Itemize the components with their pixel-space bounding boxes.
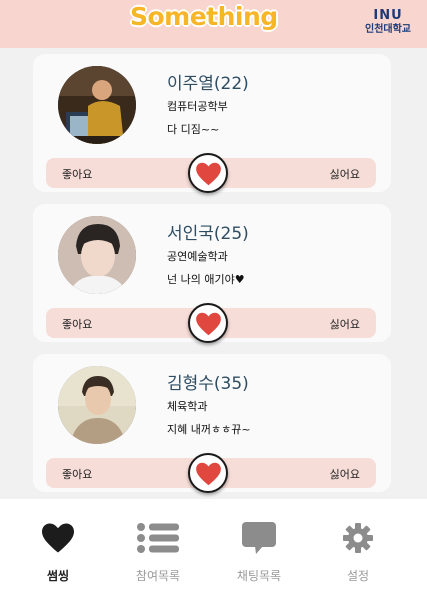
chat-bubble-icon: [242, 522, 276, 554]
profile-photo-image: [58, 216, 136, 294]
tab-someting[interactable]: 썸씽: [18, 517, 98, 584]
like-button[interactable]: 좋아요: [62, 316, 92, 332]
profile-department: 컴퓨터공학부: [167, 100, 228, 113]
dislike-button[interactable]: 싫어요: [330, 316, 360, 332]
rating-bar: 좋아요 싫어요: [46, 453, 376, 493]
profile-department: 공연예술학과: [167, 250, 228, 263]
gear-icon: [343, 523, 373, 553]
heart-icon: [196, 462, 221, 486]
dislike-button[interactable]: 싫어요: [330, 466, 360, 482]
tab-label: 채팅목록: [236, 569, 282, 583]
profile-photo-image: [58, 366, 136, 444]
heart-icon: [196, 162, 221, 186]
heart-button[interactable]: [188, 153, 228, 193]
tab-label: 참여목록: [135, 569, 181, 583]
tab-chat-list[interactable]: 채팅목록: [219, 517, 299, 584]
heart-icon: [196, 312, 221, 336]
profile-name: 서인국(25): [167, 224, 249, 244]
list-icon: [137, 523, 179, 553]
profile-status: 다 디짐~~: [167, 123, 220, 136]
tab-settings[interactable]: 설정: [318, 517, 398, 584]
profile-card[interactable]: 이주열(22) 컴퓨터공학부 다 디짐~~ 좋아요 싫어요: [33, 54, 391, 193]
heart-button[interactable]: [188, 453, 228, 493]
like-button[interactable]: 좋아요: [62, 466, 92, 482]
profile-status: 넌 나의 애기야♥: [167, 273, 245, 286]
university-logo: INU 인천대학교: [362, 9, 414, 37]
like-button[interactable]: 좋아요: [62, 166, 92, 182]
university-name: 인천대학교: [365, 24, 411, 35]
profile-list: 이주열(22) 컴퓨터공학부 다 디짐~~ 좋아요 싫어요 서인국(25) 공연…: [0, 48, 427, 499]
profile-name: 이주열(22): [167, 74, 249, 94]
app-logo: Something: [130, 2, 278, 31]
app-header: Something INU 인천대학교: [0, 0, 427, 48]
profile-photo-image: [58, 66, 136, 144]
profile-status: 지혜 내꺼ㅎㅎ뀨~: [167, 423, 251, 436]
rating-bar: 좋아요 싫어요: [46, 303, 376, 343]
profile-department: 체육학과: [167, 400, 208, 413]
heart-button[interactable]: [188, 303, 228, 343]
tab-label: 설정: [346, 569, 370, 583]
profile-card[interactable]: 김형수(35) 체육학과 지혜 내꺼ㅎㅎ뀨~ 좋아요 싫어요: [33, 354, 391, 493]
rating-bar: 좋아요 싫어요: [46, 153, 376, 193]
heart-icon: [42, 523, 74, 553]
profile-avatar[interactable]: [58, 216, 136, 294]
bottom-tab-bar: 썸씽 참여목록 채팅목록 설정: [0, 499, 427, 601]
profile-avatar[interactable]: [58, 366, 136, 444]
tab-label: 썸씽: [46, 569, 70, 583]
university-mark: INU: [373, 8, 403, 23]
tab-participation-list[interactable]: 참여목록: [118, 517, 198, 584]
dislike-button[interactable]: 싫어요: [330, 166, 360, 182]
profile-avatar[interactable]: [58, 66, 136, 144]
profile-card[interactable]: 서인국(25) 공연예술학과 넌 나의 애기야♥ 좋아요 싫어요: [33, 204, 391, 343]
profile-name: 김형수(35): [167, 374, 249, 394]
